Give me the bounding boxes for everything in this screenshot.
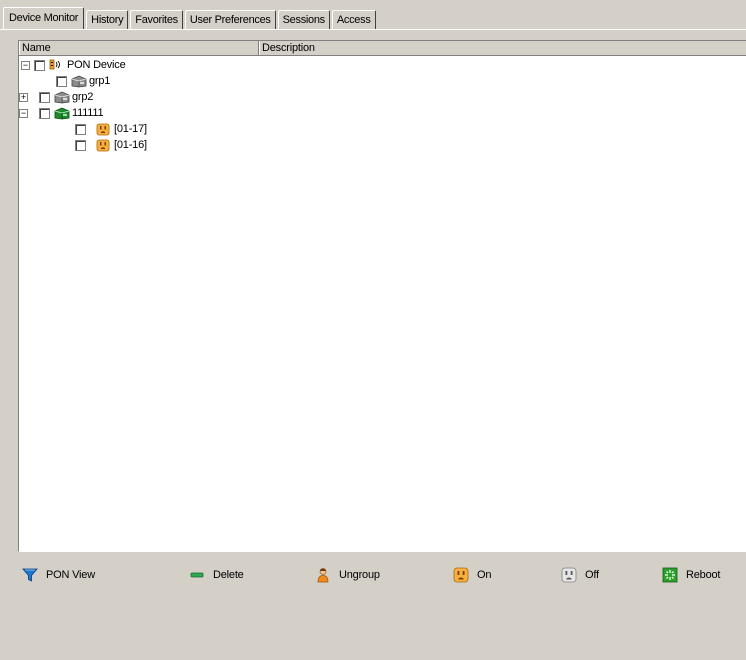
tab-sessions[interactable]: Sessions: [277, 10, 330, 29]
pon-view-button[interactable]: PON View: [22, 565, 95, 585]
tree-node-label: PON Device: [67, 59, 126, 71]
ungroup-label: Ungroup: [339, 569, 380, 581]
tab-bar: Device Monitor History Favorites User Pr…: [3, 6, 378, 29]
tree-node-grp1[interactable]: grp1: [43, 73, 110, 89]
pon-device-icon: [49, 58, 65, 72]
gray-group-icon: [71, 74, 87, 88]
delete-icon: [189, 567, 205, 583]
checkbox[interactable]: [34, 59, 45, 71]
collapse-icon[interactable]: −: [21, 60, 30, 70]
ungroup-icon: [315, 567, 331, 583]
tree-node-label: [01-17]: [114, 123, 147, 135]
column-name[interactable]: Name: [19, 41, 259, 55]
tree-node-label: grp1: [89, 75, 111, 87]
action-toolbar: PON View Delete Ungroup On Off Reboot: [0, 565, 746, 589]
reboot-button[interactable]: Reboot: [662, 565, 720, 585]
column-header: Name Description: [19, 41, 746, 56]
delete-label: Delete: [213, 569, 244, 581]
off-label: Off: [585, 569, 599, 581]
checkbox[interactable]: [39, 91, 50, 103]
delete-button[interactable]: Delete: [189, 565, 244, 585]
tab-access[interactable]: Access: [331, 10, 376, 29]
expand-icon[interactable]: +: [19, 92, 28, 102]
tree-node-grp2[interactable]: + grp2: [19, 89, 94, 105]
ungroup-button[interactable]: Ungroup: [315, 565, 380, 585]
filter-icon: [22, 567, 38, 583]
tree-node-01-17[interactable]: [01-17]: [75, 121, 147, 137]
tree-node-label: [01-16]: [114, 139, 147, 151]
tree-node-pon-device[interactable]: − PON Device: [21, 57, 126, 73]
green-group-icon: [54, 106, 70, 120]
checkbox[interactable]: [75, 139, 86, 151]
pon-view-label: PON View: [46, 569, 95, 581]
tab-device-monitor[interactable]: Device Monitor: [3, 7, 85, 29]
tab-history[interactable]: History: [86, 10, 129, 29]
outlet-on-icon: [96, 138, 112, 152]
checkbox[interactable]: [39, 107, 50, 119]
gray-group-icon: [54, 90, 70, 104]
tree-node-label: grp2: [72, 91, 94, 103]
outlet-on-icon: [96, 122, 112, 136]
on-label: On: [477, 569, 492, 581]
collapse-icon[interactable]: −: [19, 108, 28, 118]
device-tree-panel[interactable]: Name Description − PON Device grp1 + grp…: [18, 40, 746, 552]
tab-divider: [0, 29, 746, 30]
tree-node-label: 111111: [72, 107, 104, 119]
reboot-label: Reboot: [686, 569, 721, 581]
tree-node-111111[interactable]: − 111111: [19, 105, 104, 121]
tree-node-01-16[interactable]: [01-16]: [75, 137, 147, 153]
outlet-off-icon: [561, 567, 577, 583]
on-button[interactable]: On: [453, 565, 491, 585]
off-button[interactable]: Off: [561, 565, 599, 585]
tab-favorites[interactable]: Favorites: [130, 10, 183, 29]
checkbox[interactable]: [75, 123, 86, 135]
reboot-icon: [662, 567, 678, 583]
checkbox[interactable]: [56, 75, 67, 87]
outlet-on-icon: [453, 567, 469, 583]
tab-user-preferences[interactable]: User Preferences: [184, 10, 276, 29]
column-description[interactable]: Description: [259, 41, 746, 55]
